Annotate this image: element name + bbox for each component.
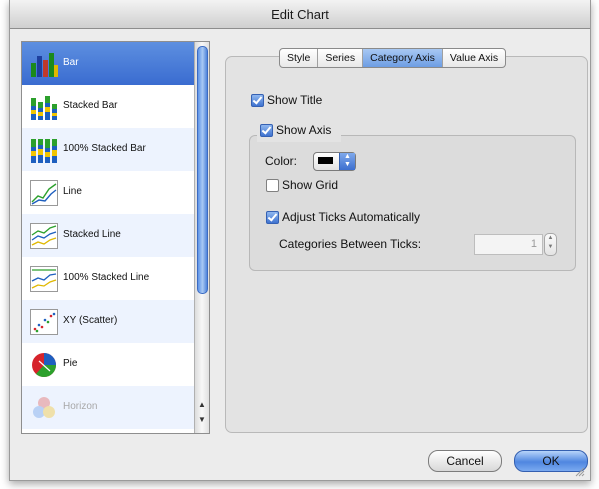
scroll-down-icon[interactable]: ▼ (196, 414, 208, 426)
chart-type-item-pie[interactable]: Pie (22, 343, 194, 386)
show-grid-label: Show Grid (282, 178, 339, 192)
color-swatch (318, 157, 333, 164)
chart-type-item-100-stacked-bar[interactable]: 100% Stacked Bar (22, 128, 194, 171)
tab-style[interactable]: Style (280, 49, 319, 67)
show-axis-label: Show Axis (276, 123, 332, 137)
tab-category-axis[interactable]: Category Axis (363, 49, 443, 67)
categories-between-ticks-field[interactable]: 1 (474, 234, 543, 255)
chart-type-label: Horizon (63, 401, 98, 412)
stacked-bar-chart-icon (31, 96, 57, 120)
chart-type-item-bar[interactable]: Bar (22, 42, 194, 85)
title-bar[interactable]: Edit Chart (10, 0, 590, 29)
resize-grip-icon[interactable] (575, 467, 585, 477)
chevron-updown-icon: ▲ ▼ (339, 153, 355, 170)
chart-type-item-horizon[interactable]: Horizon (22, 386, 194, 429)
chart-type-label: Stacked Bar (63, 100, 118, 111)
chart-type-label: Bar (63, 57, 79, 68)
show-title-checkbox[interactable] (251, 94, 264, 107)
percent-stacked-bar-chart-icon (31, 139, 57, 163)
line-chart-icon (30, 180, 58, 206)
chart-type-label: 100% Stacked Line (63, 272, 150, 283)
scatter-chart-icon (30, 309, 58, 335)
chart-type-list-scrollbar[interactable]: ▲ ▼ (194, 42, 209, 433)
color-label: Color: (265, 154, 298, 168)
percent-stacked-line-chart-icon (30, 266, 58, 292)
chart-type-label: 100% Stacked Bar (63, 143, 146, 154)
chart-type-item-100-stacked-line[interactable]: 100% Stacked Line (22, 257, 194, 300)
scrollbar-thumb[interactable] (197, 46, 208, 294)
chart-type-label: Stacked Line (63, 229, 121, 240)
chart-type-item-stacked-line[interactable]: Stacked Line (22, 214, 194, 257)
chart-type-label: XY (Scatter) (63, 315, 118, 326)
pie-chart-icon (32, 353, 57, 378)
cancel-button[interactable]: Cancel (428, 450, 502, 472)
chart-type-item-xy-scatter[interactable]: XY (Scatter) (22, 300, 194, 343)
adjust-ticks-label: Adjust Ticks Automatically (282, 210, 421, 224)
categories-between-ticks-stepper[interactable]: ▲ ▼ (544, 233, 557, 256)
chart-type-list[interactable]: Bar Stacked Bar 100% Stacked Bar Line St… (21, 41, 210, 434)
stacked-line-chart-icon (30, 223, 58, 249)
tab-bar: Style Series Category Axis Value Axis (279, 48, 507, 68)
tab-value-axis[interactable]: Value Axis (443, 49, 505, 67)
axis-color-popup[interactable]: ▲ ▼ (313, 152, 356, 171)
horizon-chart-icon (33, 397, 55, 418)
show-grid-checkbox[interactable] (266, 179, 279, 192)
adjust-ticks-checkbox[interactable] (266, 211, 279, 224)
show-axis-checkbox[interactable] (260, 124, 273, 137)
chart-type-item-line[interactable]: Line (22, 171, 194, 214)
bar-chart-icon (31, 53, 58, 77)
scroll-up-icon[interactable]: ▲ (196, 399, 208, 411)
categories-between-ticks-label: Categories Between Ticks: (279, 237, 422, 251)
tab-series[interactable]: Series (318, 49, 364, 67)
chart-type-label: Line (63, 186, 82, 197)
categories-between-ticks-value: 1 (530, 238, 537, 250)
chart-type-label: Pie (63, 358, 78, 369)
window-title: Edit Chart (271, 7, 329, 22)
chart-type-item-stacked-bar[interactable]: Stacked Bar (22, 85, 194, 128)
show-title-label: Show Title (267, 93, 323, 107)
